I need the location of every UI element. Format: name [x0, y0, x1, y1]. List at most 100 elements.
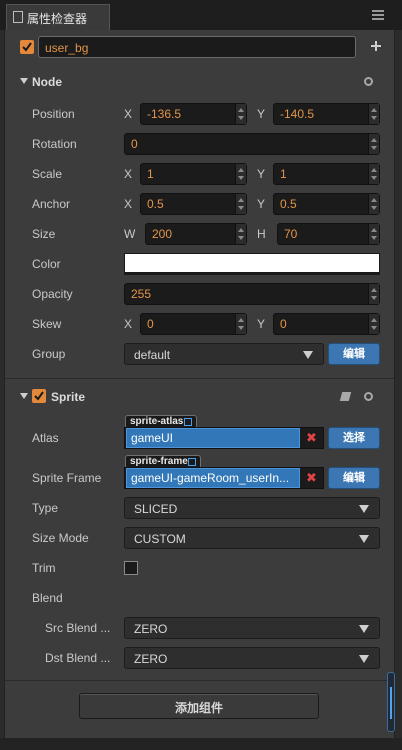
- external-link-icon[interactable]: [188, 458, 196, 466]
- skew-x-axis: X: [124, 317, 133, 331]
- skew-y-stepper[interactable]: [368, 314, 379, 334]
- scale-x-axis: X: [124, 167, 133, 181]
- size-mode-select[interactable]: CUSTOM: [124, 527, 380, 549]
- trim-checkbox[interactable]: [124, 561, 138, 575]
- section-divider: [5, 378, 394, 379]
- anchor-y-input[interactable]: 0.5: [273, 193, 380, 215]
- scale-y-value: 1: [280, 167, 287, 181]
- type-select[interactable]: SLICED: [124, 497, 380, 519]
- atlas-value: gameUI: [131, 431, 174, 445]
- type-label: Type: [32, 501, 59, 515]
- atlas-select-button[interactable]: 选择: [328, 427, 380, 449]
- add-component-button[interactable]: 添加组件: [79, 693, 319, 719]
- sprite-frame-clear-icon[interactable]: ✖: [306, 470, 317, 486]
- sprite-settings-gear-icon[interactable]: [364, 392, 373, 401]
- position-y-input[interactable]: -140.5: [273, 103, 380, 125]
- position-y-value: -140.5: [280, 107, 315, 121]
- chevron-down-icon: [359, 505, 369, 513]
- anchor-x-value: 0.5: [147, 197, 164, 211]
- scale-x-stepper[interactable]: [235, 164, 246, 184]
- sprite-frame-edit-button[interactable]: 编辑: [328, 467, 380, 489]
- size-h-value: 70: [284, 227, 298, 241]
- rotation-input[interactable]: 0: [124, 133, 380, 155]
- position-x-stepper[interactable]: [235, 104, 246, 124]
- node-section-title: Node: [32, 75, 62, 89]
- sprite-frame-label: Sprite Frame: [32, 471, 102, 485]
- sprite-frame-value: gameUI-gameRoom_userIn...: [131, 471, 290, 485]
- node-settings-gear-icon[interactable]: [364, 77, 373, 86]
- position-y-stepper[interactable]: [368, 104, 379, 124]
- skew-y-value: 0: [280, 317, 287, 331]
- tab-inspector[interactable]: 属性检查器: [6, 4, 110, 30]
- blend-label: Blend: [32, 591, 63, 605]
- size-label: Size: [32, 227, 56, 241]
- size-h-stepper[interactable]: [368, 224, 379, 244]
- tab-title: 属性检查器: [27, 12, 88, 26]
- scale-y-input[interactable]: 1: [273, 163, 380, 185]
- skew-x-stepper[interactable]: [235, 314, 246, 334]
- size-w-stepper[interactable]: [235, 224, 246, 244]
- opacity-label: Opacity: [32, 287, 73, 301]
- opacity-stepper[interactable]: [368, 284, 379, 304]
- opacity-input[interactable]: 255: [124, 283, 380, 305]
- position-label: Position: [32, 107, 75, 121]
- group-edit-button[interactable]: 编辑: [328, 343, 380, 365]
- chevron-down-icon: [303, 351, 313, 359]
- chevron-down-icon: [359, 535, 369, 543]
- rotation-stepper[interactable]: [368, 134, 379, 154]
- group-select[interactable]: default: [124, 343, 324, 365]
- scrollbar-thumb[interactable]: [390, 687, 392, 719]
- atlas-label: Atlas: [32, 431, 59, 445]
- size-mode-label: Size Mode: [32, 531, 89, 545]
- position-x-input[interactable]: -136.5: [140, 103, 247, 125]
- node-name-input[interactable]: user_bg: [38, 36, 356, 58]
- sprite-frame-tag-text: sprite-frame: [130, 456, 188, 467]
- sprite-section-collapse-icon[interactable]: [20, 393, 28, 399]
- skew-label: Skew: [32, 317, 62, 331]
- chevron-down-icon: [359, 625, 369, 633]
- check-icon: [34, 391, 44, 401]
- trim-label: Trim: [32, 561, 56, 575]
- chevron-down-icon: [359, 655, 369, 663]
- dst-blend-select[interactable]: ZERO: [124, 647, 380, 669]
- skew-x-value: 0: [147, 317, 154, 331]
- anchor-y-stepper[interactable]: [368, 194, 379, 214]
- type-value: SLICED: [134, 502, 178, 516]
- group-label: Group: [32, 347, 66, 361]
- src-blend-select[interactable]: ZERO: [124, 617, 380, 639]
- anchor-x-input[interactable]: 0.5: [140, 193, 247, 215]
- node-section-collapse-icon[interactable]: [20, 78, 28, 84]
- size-h-input[interactable]: 70: [277, 223, 380, 245]
- rotation-label: Rotation: [32, 137, 77, 151]
- sprite-enabled-checkbox[interactable]: [32, 389, 46, 403]
- add-component-label: 添加组件: [174, 701, 223, 715]
- scrollbar-track[interactable]: [387, 672, 395, 732]
- color-swatch[interactable]: [124, 253, 380, 275]
- atlas-asset[interactable]: gameUI: [126, 428, 300, 448]
- group-value: default: [134, 348, 171, 362]
- panel-menu-icon[interactable]: [372, 10, 384, 20]
- add-icon[interactable]: [371, 41, 381, 51]
- scale-y-stepper[interactable]: [368, 164, 379, 184]
- size-mode-value: CUSTOM: [134, 532, 186, 546]
- position-x-value: -136.5: [147, 107, 182, 121]
- atlas-field[interactable]: gameUI ✖: [124, 427, 324, 449]
- node-active-checkbox[interactable]: [20, 40, 34, 54]
- size-w-input[interactable]: 200: [145, 223, 247, 245]
- skew-x-input[interactable]: 0: [140, 313, 247, 335]
- external-link-icon[interactable]: [184, 418, 192, 426]
- skew-y-input[interactable]: 0: [273, 313, 380, 335]
- size-h-axis: H: [257, 227, 266, 241]
- anchor-label: Anchor: [32, 197, 71, 211]
- atlas-clear-icon[interactable]: ✖: [306, 430, 317, 446]
- sprite-frame-asset[interactable]: gameUI-gameRoom_userIn...: [126, 468, 300, 488]
- anchor-x-stepper[interactable]: [235, 194, 246, 214]
- color-label: Color: [32, 257, 61, 271]
- skew-y-axis: Y: [257, 317, 266, 331]
- sprite-frame-field[interactable]: gameUI-gameRoom_userIn... ✖: [124, 467, 324, 489]
- anchor-x-axis: X: [124, 197, 133, 211]
- scale-x-input[interactable]: 1: [140, 163, 247, 185]
- src-blend-value: ZERO: [134, 622, 168, 636]
- sprite-section-title: Sprite: [51, 390, 86, 404]
- dst-blend-label: Dst Blend ...: [45, 651, 111, 665]
